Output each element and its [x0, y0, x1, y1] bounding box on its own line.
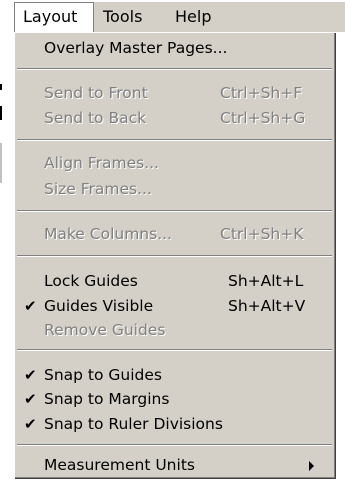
menu-separator: [17, 68, 332, 70]
menu-item-label: Lock Guides: [44, 272, 138, 290]
menu-item-lock-guides[interactable]: Lock Guides Sh+Alt+L: [15, 269, 334, 293]
menu-help[interactable]: Help: [167, 2, 227, 32]
menu-item-measurement-units[interactable]: Measurement Units: [15, 453, 334, 477]
checkmark-icon: ✔: [24, 297, 37, 315]
menu-item-size-frames[interactable]: Size Frames...: [15, 177, 334, 201]
submenu-arrow-icon: [309, 461, 314, 471]
menu-item-align-frames[interactable]: Align Frames...: [15, 151, 334, 175]
menu-item-label: Align Frames...: [44, 154, 159, 172]
menu-separator: [17, 139, 332, 141]
menu-separator: [17, 349, 332, 351]
checkmark-icon: ✔: [24, 415, 37, 433]
background-window-edge: [0, 106, 2, 120]
menu-separator: [17, 255, 332, 257]
screen: Layout Tools Help Overlay Master Pages..…: [0, 0, 345, 480]
checkmark-icon: ✔: [24, 390, 37, 408]
layout-dropdown-menu: Overlay Master Pages... Send to Front Ct…: [14, 32, 335, 478]
menu-item-label: Send to Front: [44, 84, 148, 102]
menu-item-shortcut: Sh+Alt+V: [228, 297, 306, 315]
background-window-edge: [0, 143, 2, 183]
menu-item-shortcut: Ctrl+Sh+G: [220, 109, 306, 127]
menu-item-label: Make Columns...: [44, 225, 172, 243]
menu-item-shortcut: Sh+Alt+L: [228, 272, 304, 290]
menu-item-remove-guides[interactable]: Remove Guides: [15, 318, 334, 342]
checkmark-icon: ✔: [24, 366, 37, 384]
menu-item-label: Measurement Units: [44, 456, 195, 474]
menu-item-snap-to-margins[interactable]: ✔ Snap to Margins: [15, 387, 334, 411]
menu-tools[interactable]: Tools: [95, 2, 167, 32]
menu-item-send-to-back[interactable]: Send to Back Ctrl+Sh+G: [15, 106, 334, 130]
menu-item-overlay-master-pages[interactable]: Overlay Master Pages...: [15, 36, 334, 60]
menu-layout[interactable]: Layout: [14, 2, 94, 32]
menu-item-send-to-front[interactable]: Send to Front Ctrl+Sh+F: [15, 81, 334, 105]
menu-bar: Layout Tools Help: [14, 2, 345, 32]
menu-item-label: Send to Back: [44, 109, 147, 127]
menu-item-shortcut: Ctrl+Sh+K: [220, 225, 304, 243]
menu-item-snap-to-ruler-divisions[interactable]: ✔ Snap to Ruler Divisions: [15, 412, 334, 436]
menu-item-label: Snap to Guides: [44, 366, 163, 384]
menu-item-label: Snap to Ruler Divisions: [44, 415, 223, 433]
menu-item-label: Overlay Master Pages...: [44, 39, 228, 57]
menu-item-guides-visible[interactable]: ✔ Guides Visible Sh+Alt+V: [15, 294, 334, 318]
background-window-edge: [0, 84, 2, 90]
menu-separator: [17, 210, 332, 212]
menu-item-label: Size Frames...: [44, 180, 152, 198]
menu-item-make-columns[interactable]: Make Columns... Ctrl+Sh+K: [15, 222, 334, 246]
menu-item-label: Guides Visible: [44, 297, 154, 315]
menu-item-snap-to-guides[interactable]: ✔ Snap to Guides: [15, 363, 334, 387]
menu-separator: [17, 444, 332, 446]
menu-item-shortcut: Ctrl+Sh+F: [220, 84, 303, 102]
menu-item-label: Snap to Margins: [44, 390, 170, 408]
menu-item-label: Remove Guides: [44, 321, 166, 339]
